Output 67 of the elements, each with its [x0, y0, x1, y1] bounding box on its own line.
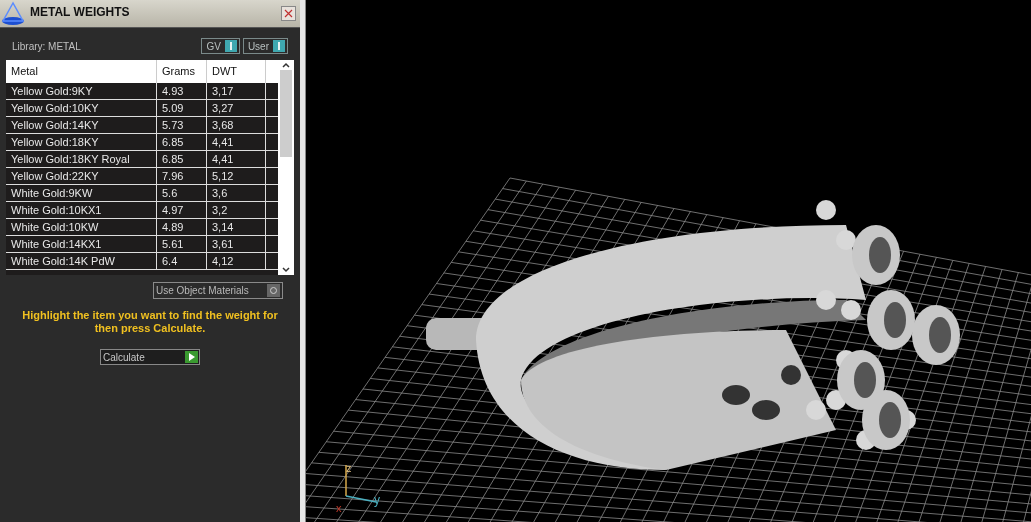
y-axis-label: y: [374, 493, 380, 507]
toggle-indicator-icon: [267, 284, 280, 297]
table-row[interactable]: Yellow Gold:9KY 4.93 3,17: [6, 83, 278, 100]
table-cell: Yellow Gold:10KY: [6, 100, 157, 116]
library-label: Library: METAL: [12, 39, 81, 54]
column-header[interactable]: Metal: [6, 60, 157, 83]
window-title: METAL WEIGHTS: [30, 4, 130, 21]
calculate-button[interactable]: Calculate: [100, 349, 200, 365]
table-row[interactable]: Yellow Gold:22KY 7.96 5,12: [6, 168, 278, 185]
table-cell: 5.61: [157, 236, 207, 252]
play-icon: [185, 351, 198, 363]
table-cell: 4.93: [157, 83, 207, 99]
table-cell: Yellow Gold:22KY: [6, 168, 157, 184]
table-cell: 3,27: [207, 100, 266, 116]
table-cell: White Gold:10KW: [6, 219, 157, 235]
table-cell: Yellow Gold:18KY: [6, 134, 157, 150]
close-button[interactable]: [281, 6, 296, 21]
toggle-indicator-icon: [273, 40, 285, 52]
column-header[interactable]: Grams: [157, 60, 207, 83]
table-cell: Yellow Gold:18KY Royal: [6, 151, 157, 167]
scrollbar[interactable]: [278, 60, 294, 275]
table-cell: 3,14: [207, 219, 266, 235]
toggle[interactable]: User: [242, 38, 288, 54]
table-row[interactable]: Yellow Gold:18KY Royal 6.85 4,41: [6, 151, 278, 168]
table-cell: White Gold:14KX1: [6, 236, 157, 252]
scroll-down-icon: [282, 267, 290, 273]
table-cell: 6.4: [157, 253, 207, 269]
table-cell: 3,2: [207, 202, 266, 218]
table-cell: 4.97: [157, 202, 207, 218]
table-cell: 3,17: [207, 83, 266, 99]
use-object-materials-toggle[interactable]: Use Object Materials: [153, 282, 283, 299]
table-row[interactable]: Yellow Gold:18KY 6.85 4,41: [6, 134, 278, 151]
table-row[interactable]: White Gold:14KX1 5.61 3,61: [6, 236, 278, 253]
toggle-indicator-icon: [224, 40, 237, 52]
table-cell: White Gold:9KW: [6, 185, 157, 201]
table-cell: White Gold:10KX1: [6, 202, 157, 218]
table-cell: 4,41: [207, 151, 266, 167]
table-row[interactable]: Yellow Gold:14KY 5.73 3,68: [6, 117, 278, 134]
table-cell: 4,41: [207, 134, 266, 150]
table-row[interactable]: White Gold:10KX1 4.97 3,2: [6, 202, 278, 219]
table-cell: 3,68: [207, 117, 266, 133]
table-cell: 6.85: [157, 134, 207, 150]
table-cell: 4.89: [157, 219, 207, 235]
table-cell: Yellow Gold:9KY: [6, 83, 157, 99]
instruction-text: Highlight the item you want to find the weight for then press Calculate.: [21, 309, 279, 335]
pyramid-logo-icon: [0, 0, 26, 27]
table-cell: 4,12: [207, 253, 266, 269]
table-row[interactable]: White Gold:14K PdW 6.4 4,12: [6, 253, 278, 270]
table-cell: 3,6: [207, 185, 266, 201]
table-cell: Yellow Gold:14KY: [6, 117, 157, 133]
table-row[interactable]: White Gold:10KW 4.89 3,14: [6, 219, 278, 236]
table-cell: 5.6: [157, 185, 207, 201]
z-axis-label: z: [346, 462, 352, 474]
table-cell: 5.09: [157, 100, 207, 116]
table-row[interactable]: Yellow Gold:10KY 5.09 3,27: [6, 100, 278, 117]
table-cell: 6.85: [157, 151, 207, 167]
x-axis-label: x: [336, 502, 342, 514]
toggle[interactable]: GV: [201, 38, 240, 54]
scroll-up-icon: [282, 62, 290, 68]
column-header[interactable]: DWT: [207, 60, 266, 83]
table-cell: 5.73: [157, 117, 207, 133]
table-cell: White Gold:14K PdW: [6, 253, 157, 269]
table-cell: 3,61: [207, 236, 266, 252]
close-icon: [284, 9, 293, 18]
table-cell: 7.96: [157, 168, 207, 184]
table-row[interactable]: White Gold:9KW 5.6 3,6: [6, 185, 278, 202]
table-cell: 5,12: [207, 168, 266, 184]
